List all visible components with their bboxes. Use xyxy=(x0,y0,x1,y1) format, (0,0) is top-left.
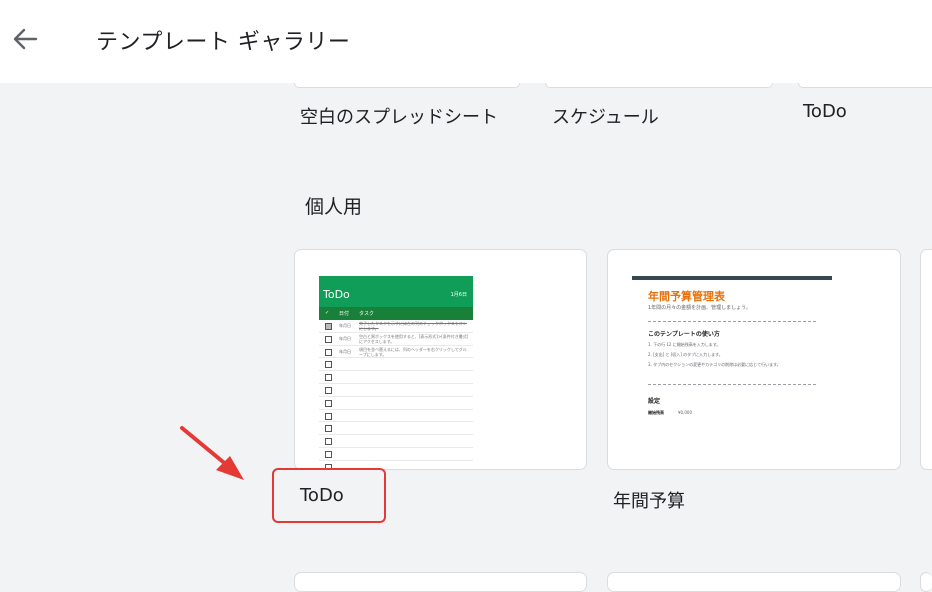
todo-thumb-row xyxy=(319,384,473,397)
checkbox-icon xyxy=(325,412,332,420)
checkbox-icon xyxy=(325,425,332,433)
todo-thumb-row xyxy=(319,410,473,423)
todo-row-text: 完了したタスクを示すには左の列のチェックボックスをオンにします。 xyxy=(359,321,467,331)
todo-row-text: 空白と黒ボックスを使用すると、[表示形式]>[条件付き書式]にアクセスします。 xyxy=(359,333,469,344)
template-label-blank[interactable]: 空白のスプレッドシート xyxy=(300,103,498,129)
todo-thumb-row xyxy=(319,448,473,461)
template-label-schedule[interactable]: スケジュール xyxy=(552,103,659,129)
todo-thumb-row xyxy=(319,435,473,448)
todo-row-text: 項目を並べ替えるには、列のヘッダーを右クリックしてグループにします。 xyxy=(359,346,467,357)
checkbox-icon xyxy=(325,450,332,458)
divider xyxy=(648,321,816,322)
checkbox-icon xyxy=(325,335,332,343)
todo-thumbnail: ToDo 1月6日 ✓ 日付 タスク 年月日 完了したタスクを示すには左の列のチ… xyxy=(319,276,473,469)
todo-thumb-row xyxy=(319,422,473,436)
todo-thumb-row: 年月日 空白と黒ボックスを使用すると、[表示形式]>[条件付き書式]にアクセスし… xyxy=(319,333,473,346)
budget-thumb-step: 3. タブ内のセクションの変更やカテゴリの削除は必要に応じて行います。 xyxy=(648,362,781,367)
budget-thumb-start-value: ¥0,000 xyxy=(678,410,692,415)
template-label-todo-top[interactable]: ToDo xyxy=(803,101,847,122)
todo-thumb-row xyxy=(319,371,473,384)
checkbox-icon xyxy=(325,374,332,382)
budget-thumb-step: 2. [支出] と [収入] のタブに入力します。 xyxy=(648,352,723,357)
todo-row-date: 年月日 xyxy=(339,323,351,328)
todo-thumb-header: ToDo 1月6日 xyxy=(319,276,473,307)
template-card-annual-budget[interactable]: 年間予算管理表 1年間の月々の金額を計画、管理しましょう。 このテンプレートの使… xyxy=(607,249,901,470)
back-button[interactable] xyxy=(8,22,42,56)
top-bar: テンプレート ギャラリー xyxy=(0,0,932,83)
budget-thumb-title: 年間予算管理表 xyxy=(648,290,725,303)
template-card-partial[interactable] xyxy=(920,249,932,470)
todo-thumb-row xyxy=(319,397,473,410)
template-card-todo-top[interactable] xyxy=(798,83,932,88)
template-card-bottom-1[interactable] xyxy=(294,572,587,592)
highlight-box xyxy=(272,468,386,523)
todo-thumb-row: 年月日 完了したタスクを示すには左の列のチェックボックスをオンにします。 xyxy=(319,320,473,333)
checkbox-icon xyxy=(325,399,332,407)
arrow-back-icon xyxy=(13,28,38,50)
todo-thumb-row: 年月日 項目を並べ替えるには、列のヘッダーを右クリックしてグループにします。 xyxy=(319,346,473,359)
todo-row-date: 年月日 xyxy=(339,335,351,341)
template-label-annual-budget[interactable]: 年間予算 xyxy=(613,487,685,513)
checkbox-icon xyxy=(325,323,332,330)
todo-col-check: ✓ xyxy=(325,310,330,316)
template-card-bottom-2[interactable] xyxy=(607,572,901,592)
template-card-schedule[interactable] xyxy=(545,83,773,88)
todo-row-date: 年月日 xyxy=(339,348,351,354)
todo-thumb-title: ToDo xyxy=(323,288,350,301)
checkbox-icon xyxy=(325,361,332,369)
checkbox-icon xyxy=(325,386,332,394)
checkbox-icon xyxy=(325,348,332,356)
budget-thumb-settings-title: 設定 xyxy=(648,398,661,405)
todo-thumb-columns: ✓ 日付 タスク xyxy=(319,307,473,320)
section-title: 個人用 xyxy=(305,196,363,218)
todo-col-date: 日付 xyxy=(339,311,350,317)
page-title: テンプレート ギャラリー xyxy=(96,30,351,55)
budget-thumb-start-label: 開始残高 xyxy=(648,410,664,415)
divider xyxy=(648,384,816,385)
budget-thumb-how-title: このテンプレートの使い方 xyxy=(648,331,720,338)
budget-thumb-step: 1. 下の行 12 に開始残高を入力します。 xyxy=(648,342,721,347)
red-arrow-icon xyxy=(180,426,244,480)
checkbox-icon xyxy=(325,438,332,446)
template-card-todo[interactable]: ToDo 1月6日 ✓ 日付 タスク 年月日 完了したタスクを示すには左の列のチ… xyxy=(294,249,587,470)
template-card-blank[interactable] xyxy=(294,83,520,88)
budget-thumbnail: 年間予算管理表 1年間の月々の金額を計画、管理しましょう。 このテンプレートの使… xyxy=(632,276,832,466)
todo-col-task: タスク xyxy=(359,311,375,317)
todo-thumb-date: 1月6日 xyxy=(450,292,467,298)
budget-thumb-bar xyxy=(632,276,832,280)
template-card-bottom-3[interactable] xyxy=(920,572,932,592)
budget-thumb-subtitle: 1年間の月々の金額を計画、管理しましょう。 xyxy=(648,305,751,311)
todo-thumb-row xyxy=(319,358,473,372)
